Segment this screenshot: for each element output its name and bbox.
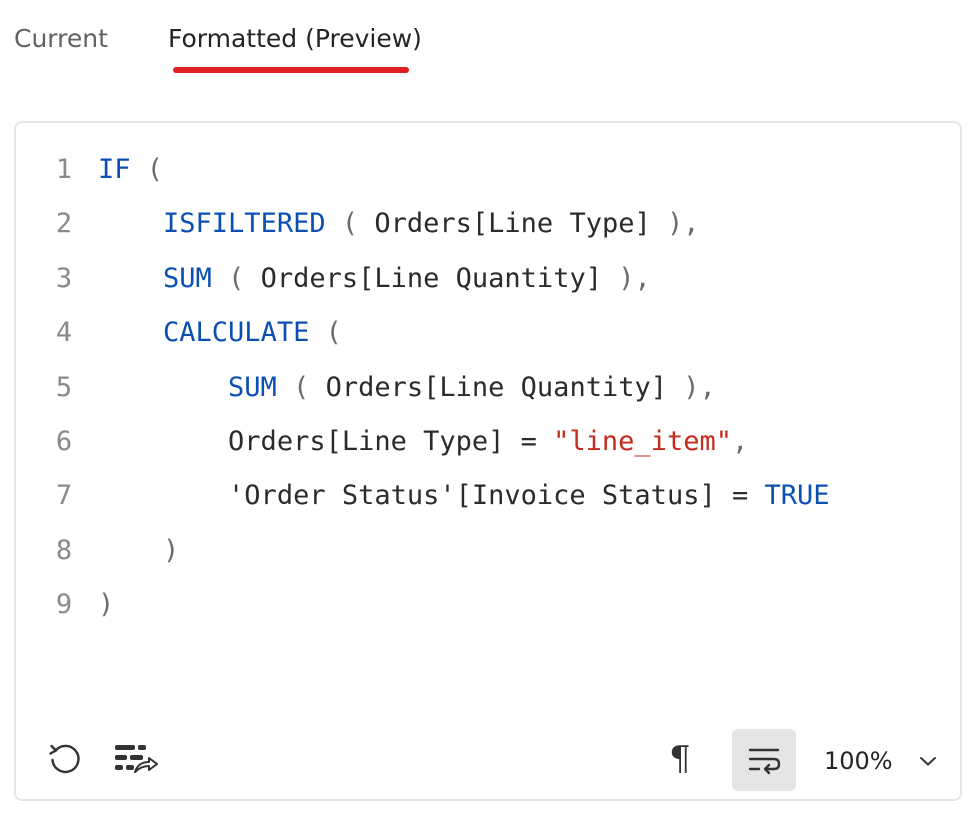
line-code: ) xyxy=(98,524,179,578)
reset-icon xyxy=(49,744,80,774)
code-token-kw: ISFILTERED xyxy=(163,208,326,240)
code-token-plain: Orders[Line Type] xyxy=(374,208,651,240)
line-number: 9 xyxy=(55,589,73,621)
line-number: 8 xyxy=(55,534,73,566)
format-code-button[interactable] xyxy=(110,739,162,779)
line-code: 'Order Status'[Invoice Status] = TRUE xyxy=(98,469,830,523)
code-token-pun: ( xyxy=(130,154,164,185)
code-token-pun: , xyxy=(731,425,749,457)
line-number: 4 xyxy=(55,317,73,349)
active-tab-indicator xyxy=(173,67,409,73)
line-code: ISFILTERED ( Orders[Line Type] ), xyxy=(98,197,700,251)
line-code: CALCULATE ( xyxy=(98,306,342,360)
line-code: SUM ( Orders[Line Quantity] ), xyxy=(98,252,651,306)
zoom-dropdown[interactable]: 100% xyxy=(824,741,937,781)
code-token-pun: ) xyxy=(163,534,180,566)
tab-bar: Current Formatted (Preview) xyxy=(0,0,980,90)
code-token-kw: IF xyxy=(98,154,131,185)
code-token-pun: ( xyxy=(325,208,375,240)
code-line: 6 Orders[Line Type] = "line_item", xyxy=(16,415,960,469)
show-whitespace-button[interactable]: ¶ xyxy=(660,737,700,781)
line-code: ) xyxy=(98,578,114,632)
line-number: 1 xyxy=(55,154,73,185)
code-token-plain: 'Order Status'[Invoice Status] = xyxy=(228,480,765,512)
line-number: 6 xyxy=(55,425,73,457)
code-line: 8 ) xyxy=(16,524,960,578)
word-wrap-icon xyxy=(748,748,781,775)
zoom-value: 100% xyxy=(824,747,893,775)
code-editor[interactable]: 1 IF (2 ISFILTERED ( Orders[Line Type] ),… xyxy=(14,121,962,801)
code-token-pun: ) xyxy=(98,589,115,621)
code-line: 9) xyxy=(16,578,960,632)
line-number: 5 xyxy=(55,371,73,403)
line-code: Orders[Line Type] = "line_item", xyxy=(98,415,748,469)
code-line: 5 SUM ( Orders[Line Quantity] ), xyxy=(16,361,960,415)
code-token-plain: Orders[Line Type] = xyxy=(228,425,554,457)
code-token-pun: ( xyxy=(276,371,326,403)
dax-formatter-panel: Current Formatted (Preview) 1 IF (2 ISFIL… xyxy=(0,0,980,830)
line-code: SUM ( Orders[Line Quantity] ), xyxy=(98,361,716,415)
code-token-kw: TRUE xyxy=(764,480,830,512)
code-lines: 1 IF (2 ISFILTERED ( Orders[Line Type] ),… xyxy=(16,143,960,633)
code-token-pun: ( xyxy=(309,317,342,349)
code-line: 3 SUM ( Orders[Line Quantity] ), xyxy=(16,252,960,306)
code-line: 1 IF ( xyxy=(16,143,960,197)
tab-formatted-preview[interactable]: Formatted (Preview) xyxy=(168,24,422,53)
tab-current[interactable]: Current xyxy=(14,24,108,53)
code-token-plain: Orders[Line Quantity] xyxy=(325,371,667,403)
code-token-kw: SUM xyxy=(228,371,277,403)
format-code-icon xyxy=(115,745,158,773)
code-line: 4 CALCULATE ( xyxy=(16,306,960,360)
code-token-plain: Orders[Line Quantity] xyxy=(260,262,602,294)
line-code: IF ( xyxy=(98,143,163,197)
code-line: 7 'Order Status'[Invoice Status] = TRUE xyxy=(16,469,960,523)
code-line: 2 ISFILTERED ( Orders[Line Type] ), xyxy=(16,197,960,251)
reset-button[interactable] xyxy=(44,739,84,779)
line-number: 2 xyxy=(55,208,73,240)
line-number: 7 xyxy=(55,480,73,512)
code-token-str: "line_item" xyxy=(553,425,732,457)
code-token-kw: SUM xyxy=(163,262,212,294)
code-token-pun: ), xyxy=(601,262,651,294)
code-token-pun: ), xyxy=(666,371,716,403)
code-token-kw: CALCULATE xyxy=(163,317,310,349)
code-token-pun: ( xyxy=(211,262,261,294)
line-number: 3 xyxy=(55,262,73,294)
chevron-down-icon xyxy=(919,757,936,766)
code-token-pun: ), xyxy=(650,208,700,240)
word-wrap-button[interactable] xyxy=(732,729,796,791)
